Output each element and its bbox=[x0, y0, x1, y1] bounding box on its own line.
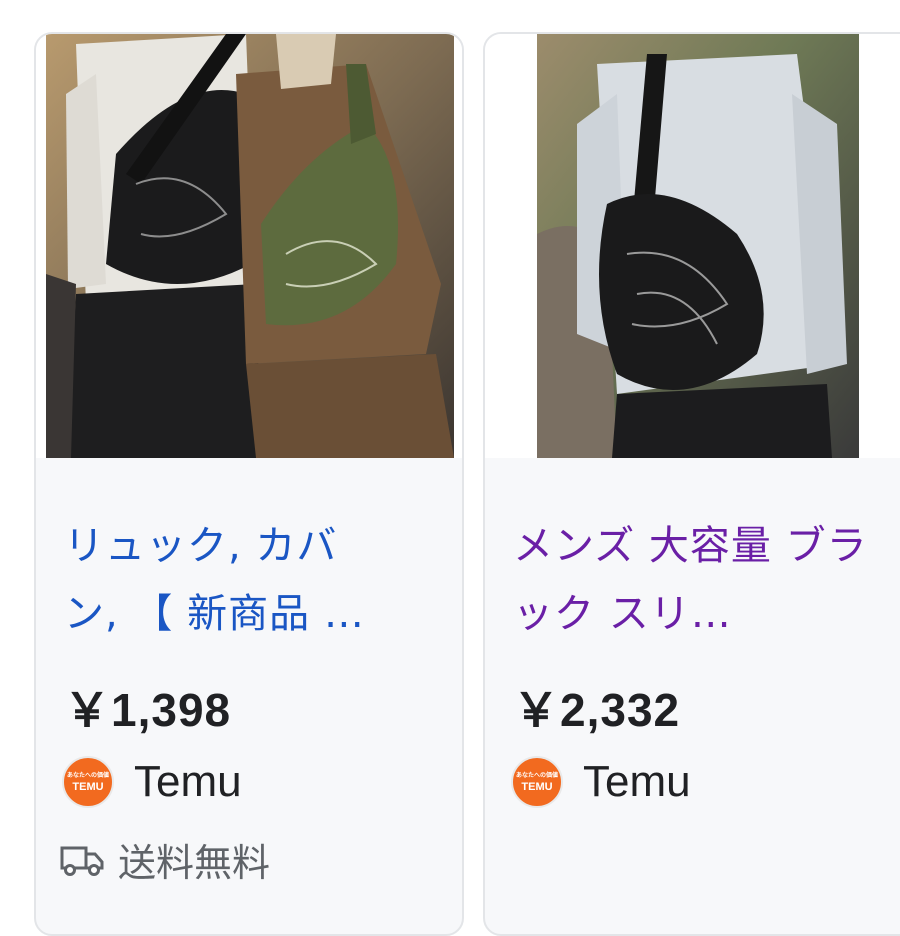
product-title-link[interactable]: リュック, カバン, 【 新商品 … bbox=[64, 512, 394, 648]
product-image[interactable] bbox=[36, 34, 462, 458]
temu-logo-icon: あなたへの価値 TEMU bbox=[62, 756, 114, 808]
seller-name: Temu bbox=[583, 757, 691, 806]
shipping-text: 送料無料 bbox=[118, 841, 271, 885]
seller-logo-jp: あなたへの価値 bbox=[515, 772, 558, 779]
shopping-results-grid: リュック, カバン, 【 新商品 … ￥1,398 あなたへの価値 TEMU T… bbox=[0, 0, 900, 936]
product-image[interactable] bbox=[485, 34, 900, 458]
product-price: ￥2,332 bbox=[513, 684, 681, 736]
product-photo bbox=[46, 34, 454, 458]
temu-logo-icon: あなたへの価値 TEMU bbox=[511, 756, 563, 808]
free-shipping-label: 送料無料 bbox=[60, 832, 270, 887]
truck-icon bbox=[60, 846, 104, 876]
seller-logo-text: TEMU bbox=[521, 781, 553, 793]
seller-info: あなたへの価値 TEMU Temu bbox=[511, 752, 691, 812]
seller-info: あなたへの価値 TEMU Temu bbox=[62, 752, 242, 812]
product-photo bbox=[537, 34, 859, 458]
seller-logo-jp: あなたへの価値 bbox=[66, 772, 109, 779]
product-price: ￥1,398 bbox=[64, 684, 232, 736]
product-card-2[interactable]: メンズ 大容量 ブラック スリ… ￥2,332 あなたへの価値 TEMU Tem… bbox=[483, 32, 900, 936]
seller-logo-text: TEMU bbox=[72, 781, 104, 793]
product-card-1[interactable]: リュック, カバン, 【 新商品 … ￥1,398 あなたへの価値 TEMU T… bbox=[34, 32, 464, 936]
product-title-link[interactable]: メンズ 大容量 ブラック スリ… bbox=[513, 512, 883, 648]
seller-name: Temu bbox=[134, 757, 242, 806]
